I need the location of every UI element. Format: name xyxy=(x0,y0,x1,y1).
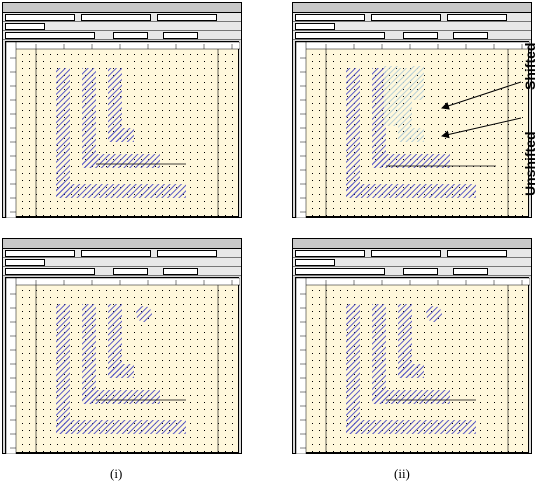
wire-horizontal-2 xyxy=(108,364,134,378)
field-a[interactable] xyxy=(295,14,365,21)
wire-horizontal-1 xyxy=(82,390,160,404)
toolbar-row-2 xyxy=(3,258,241,267)
left-ruler xyxy=(6,278,17,454)
toolbar-row-1 xyxy=(293,13,531,22)
field-a[interactable] xyxy=(5,250,75,257)
toolbar-row-1 xyxy=(3,249,241,258)
toolbar-row-3 xyxy=(293,31,531,40)
top-ruler xyxy=(6,278,240,286)
field-f[interactable] xyxy=(113,268,148,275)
window-top-left xyxy=(2,2,242,218)
layout-canvas[interactable] xyxy=(295,41,530,218)
field-c[interactable] xyxy=(157,250,217,257)
window-titlebar xyxy=(293,239,531,249)
wire-vertical-0 xyxy=(346,304,360,434)
toolbar-row-2 xyxy=(293,258,531,267)
window-titlebar xyxy=(3,3,241,13)
field-f[interactable] xyxy=(113,32,148,39)
field-d[interactable] xyxy=(295,23,335,30)
wire-vertical-1 xyxy=(372,304,386,404)
left-ruler xyxy=(296,278,307,454)
wire-horizontal-1 xyxy=(372,390,450,404)
wire-vertical-0 xyxy=(56,68,70,198)
wire-horizontal-2 xyxy=(398,128,424,142)
wire-vertical-1 xyxy=(82,304,96,404)
left-ruler xyxy=(6,42,17,218)
wire-horizontal-0 xyxy=(56,184,186,198)
field-d[interactable] xyxy=(295,259,335,266)
field-e[interactable] xyxy=(295,32,385,39)
unshifted-label: Unshifted xyxy=(522,131,538,196)
wire-horizontal-0 xyxy=(346,184,476,198)
toolbar-row-1 xyxy=(3,13,241,22)
field-a[interactable] xyxy=(5,14,75,21)
wire-vertical-0 xyxy=(346,68,360,198)
field-c[interactable] xyxy=(157,14,217,21)
toolbar-row-3 xyxy=(3,267,241,276)
field-e[interactable] xyxy=(295,268,385,275)
toolbar-row-3 xyxy=(3,31,241,40)
layout-drawing xyxy=(296,42,530,218)
field-c[interactable] xyxy=(447,250,507,257)
wire-horizontal-0 xyxy=(346,420,476,434)
field-b[interactable] xyxy=(371,14,441,21)
field-e[interactable] xyxy=(5,268,95,275)
wire-horizontal-1 xyxy=(82,154,160,168)
field-f[interactable] xyxy=(403,268,438,275)
field-g[interactable] xyxy=(163,32,198,39)
layout-drawing xyxy=(6,278,240,454)
toolbar-row-3 xyxy=(293,267,531,276)
top-ruler xyxy=(296,278,530,286)
top-ruler xyxy=(6,42,240,50)
field-b[interactable] xyxy=(81,14,151,21)
caption-left: (i) xyxy=(110,466,123,481)
caption-right: (ii) xyxy=(394,466,410,481)
layout-canvas[interactable] xyxy=(5,41,240,218)
window-bottom-left xyxy=(2,238,242,454)
window-top-right xyxy=(292,2,532,218)
layout-drawing xyxy=(6,42,240,218)
layout-canvas[interactable] xyxy=(5,277,240,454)
left-ruler xyxy=(296,42,307,218)
wire-horizontal-2 xyxy=(108,128,134,142)
wire-vertical-0 xyxy=(56,304,70,434)
via-end xyxy=(136,306,152,322)
top-ruler xyxy=(296,42,530,50)
window-titlebar xyxy=(293,3,531,13)
field-g[interactable] xyxy=(163,268,198,275)
field-e[interactable] xyxy=(5,32,95,39)
field-b[interactable] xyxy=(81,250,151,257)
toolbar-row-2 xyxy=(293,22,531,31)
wire-horizontal-0 xyxy=(56,420,186,434)
wire-vertical-1 xyxy=(372,68,386,168)
shifted-wire-2 xyxy=(410,66,424,100)
shifted-label: Shifted xyxy=(522,42,538,90)
field-d[interactable] xyxy=(5,259,45,266)
field-g[interactable] xyxy=(453,32,488,39)
wire-vertical-1 xyxy=(82,68,96,168)
field-g[interactable] xyxy=(453,268,488,275)
field-d[interactable] xyxy=(5,23,45,30)
shifted-wire xyxy=(384,66,398,126)
window-titlebar xyxy=(3,239,241,249)
wire-horizontal-2 xyxy=(398,364,424,378)
layout-drawing xyxy=(296,278,530,454)
field-a[interactable] xyxy=(295,250,365,257)
layout-canvas[interactable] xyxy=(295,277,530,454)
field-f[interactable] xyxy=(403,32,438,39)
toolbar-row-2 xyxy=(3,22,241,31)
via-end xyxy=(426,306,442,322)
field-c[interactable] xyxy=(447,14,507,21)
field-b[interactable] xyxy=(371,250,441,257)
window-bottom-right xyxy=(292,238,532,454)
toolbar-row-1 xyxy=(293,249,531,258)
